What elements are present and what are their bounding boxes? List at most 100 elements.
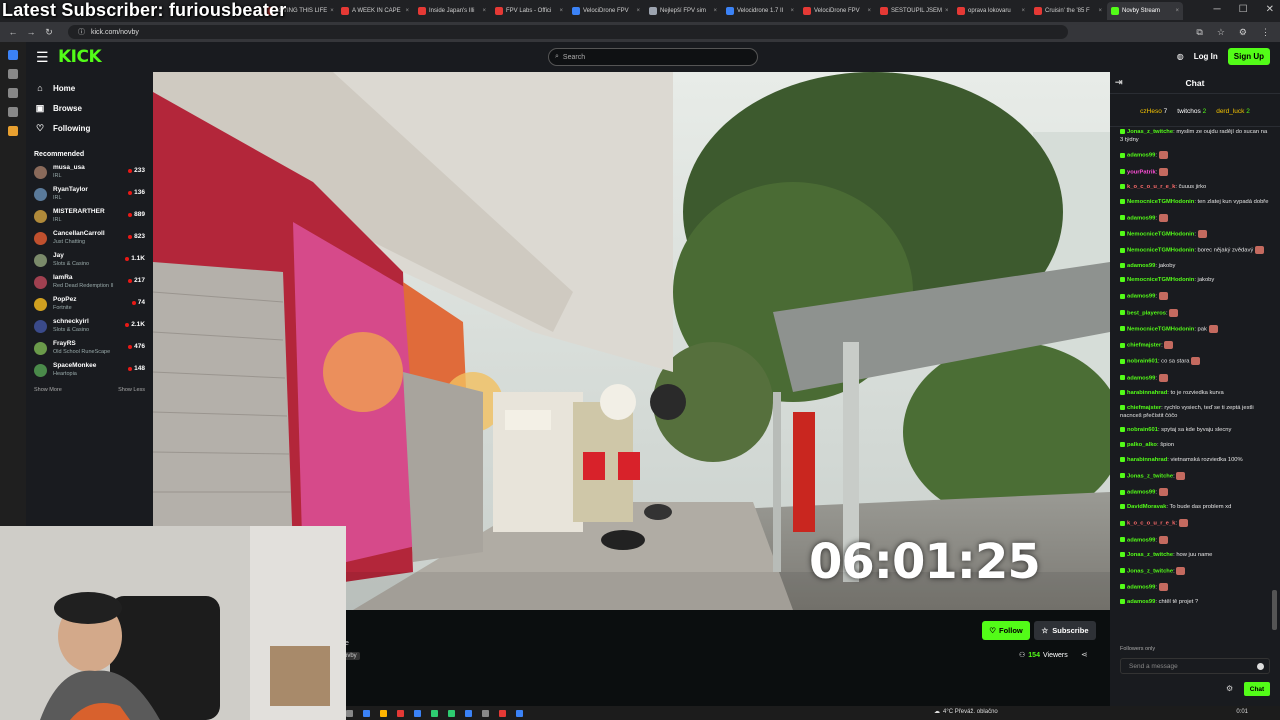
sidebar-app-icon[interactable]	[8, 50, 18, 60]
tab-close-icon[interactable]: ×	[482, 8, 486, 14]
url-field[interactable]: ⓘ kick.com/novby	[68, 25, 1068, 39]
tab-close-icon[interactable]: ×	[330, 8, 334, 14]
follow-button[interactable]: ♡ Follow	[982, 621, 1030, 640]
chat-username[interactable]: adamos99	[1127, 294, 1155, 300]
chat-username[interactable]: harabinnahrad	[1127, 457, 1167, 463]
tab-close-icon[interactable]: ×	[1021, 8, 1025, 14]
recommended-channel[interactable]: Jay Slots & Casino 1.1K	[26, 249, 153, 271]
taskbar-app-icon[interactable]	[414, 709, 421, 717]
tab-close-icon[interactable]: ×	[1175, 8, 1179, 14]
weather-widget[interactable]: ☁ 4°C Převáž. oblačno	[934, 708, 998, 716]
chat-username[interactable]: NemocniceTGMHodonin	[1127, 232, 1194, 238]
minimize-icon[interactable]: ─	[1214, 4, 1221, 15]
chat-username[interactable]: NemocniceTGMHodonin	[1127, 248, 1194, 254]
emoji-icon[interactable]	[1257, 662, 1264, 670]
tab-close-icon[interactable]: ×	[945, 8, 949, 14]
login-button[interactable]: Log In	[1194, 52, 1218, 61]
subscribe-button[interactable]: ☆ Subscribe	[1034, 621, 1096, 640]
leader-item[interactable]: derd_luck 2	[1216, 108, 1250, 115]
bookmark-star-icon[interactable]: ☆	[1217, 27, 1225, 38]
nav-home[interactable]: ⌂ Home	[26, 78, 153, 98]
show-more-button[interactable]: Show More	[34, 387, 62, 393]
browser-tab[interactable]: VelociDrone FPV ×	[799, 2, 875, 20]
sidebar-app-icon[interactable]	[8, 126, 18, 136]
chat-username[interactable]: harabinnahrad	[1127, 390, 1167, 396]
chat-username[interactable]: chiefmajster	[1127, 343, 1161, 349]
browser-tab[interactable]: oprava lokovaru ×	[953, 2, 1029, 20]
recommended-channel[interactable]: SpaceMonkee Heartopia 148	[26, 359, 153, 381]
translate-icon[interactable]: ⧉	[1196, 27, 1202, 38]
chat-username[interactable]: Jonas_z_twitche	[1127, 552, 1173, 558]
recommended-channel[interactable]: musa_usa IRL 233	[26, 161, 153, 183]
chat-username[interactable]: adamos99	[1127, 263, 1155, 269]
browser-tab[interactable]: VelociDrone FPV ×	[568, 2, 644, 20]
tab-close-icon[interactable]: ×	[867, 8, 871, 14]
kick-logo[interactable]: KICK	[58, 47, 102, 67]
browser-menu-icon[interactable]: ⋮	[1261, 27, 1270, 38]
tab-close-icon[interactable]: ×	[559, 8, 563, 14]
recommended-channel[interactable]: CancellanCarroll Just Chatting 823	[26, 227, 153, 249]
chat-username[interactable]: best_playeros	[1127, 310, 1166, 316]
chat-username[interactable]: yourPatrik	[1127, 169, 1156, 175]
chat-username[interactable]: adamos99	[1127, 537, 1155, 543]
chat-username[interactable]: adamos99	[1127, 215, 1155, 221]
chat-username[interactable]: adamos99	[1127, 584, 1155, 590]
recommended-channel[interactable]: RyanTaylor IRL 136	[26, 183, 153, 205]
taskbar-app-icon[interactable]	[465, 709, 472, 717]
chat-username[interactable]: chiefmajster	[1127, 405, 1161, 411]
chat-username[interactable]: nobrain601	[1127, 359, 1158, 365]
taskbar-app-icon[interactable]	[346, 709, 353, 717]
chat-username[interactable]: NemocniceTGMHodonin	[1127, 199, 1194, 205]
close-window-icon[interactable]: ✕	[1266, 4, 1274, 15]
browser-tab[interactable]: SESTOUPIL JSEM ×	[876, 2, 952, 20]
chat-username[interactable]: DavidMoravak	[1127, 504, 1166, 510]
menu-icon[interactable]: ☰	[36, 49, 52, 66]
chat-username[interactable]: palko_alko	[1127, 442, 1157, 448]
chat-username[interactable]: k_o_c_o_u_r_e_k	[1127, 184, 1175, 190]
chat-settings-icon[interactable]: ⚙	[1226, 684, 1233, 693]
sidebar-app-icon[interactable]	[8, 107, 18, 117]
tab-close-icon[interactable]: ×	[713, 8, 717, 14]
signup-button[interactable]: Sign Up	[1227, 48, 1270, 65]
tab-close-icon[interactable]: ×	[405, 8, 409, 14]
chat-username[interactable]: NemocniceTGMHodonin	[1127, 326, 1194, 332]
chat-send-button[interactable]: Chat	[1244, 682, 1270, 696]
browser-tab[interactable]: Cruisin' the '85 F ×	[1030, 2, 1106, 20]
taskbar-app-icon[interactable]	[499, 709, 506, 717]
extensions-icon[interactable]: ⚙	[1239, 27, 1247, 38]
sidebar-app-icon[interactable]	[8, 69, 18, 79]
browser-tab[interactable]: Nejlepší FPV sim ×	[645, 2, 721, 20]
recommended-channel[interactable]: FrayRS Old School RuneScape 476	[26, 337, 153, 359]
recommended-channel[interactable]: MISTERARTHER IRL 889	[26, 205, 153, 227]
leader-item[interactable]: czHeso 7	[1140, 108, 1167, 115]
taskbar-app-icon[interactable]	[431, 709, 438, 717]
chat-username[interactable]: NemocniceTGMHodonin	[1127, 277, 1194, 283]
show-less-button[interactable]: Show Less	[118, 387, 145, 393]
chat-username[interactable]: Jonas_z_twitche	[1127, 129, 1173, 135]
browser-tab[interactable]: FPV Labs - Offici ×	[491, 2, 567, 20]
recommended-channel[interactable]: IamRa Red Dead Redemption II 217	[26, 271, 153, 293]
chat-username[interactable]: Jonas_z_twitche	[1127, 568, 1173, 574]
search-input[interactable]: ⌕ Search	[548, 48, 758, 66]
browser-tab[interactable]: Inside Japan's Illi ×	[414, 2, 490, 20]
chat-username[interactable]: adamos99	[1127, 375, 1155, 381]
browser-tab[interactable]: Velocidrone 1.7 II ×	[722, 2, 798, 20]
share-icon[interactable]: ⋖	[1081, 650, 1088, 659]
taskbar-app-icon[interactable]	[397, 709, 404, 717]
browser-tab[interactable]: A WEEK IN CAPE ×	[337, 2, 413, 20]
collapse-chat-icon[interactable]: ⇥	[1115, 77, 1123, 88]
taskbar-app-icon[interactable]	[363, 709, 370, 717]
reload-icon[interactable]: ↻	[44, 27, 54, 38]
browser-tab[interactable]: Novby Stream ×	[1107, 2, 1183, 20]
forward-icon[interactable]: →	[26, 27, 36, 37]
leader-item[interactable]: twitchos 2	[1177, 108, 1206, 115]
chat-username[interactable]: nobrain601	[1127, 427, 1158, 433]
chat-username[interactable]: k_o_c_o_u_r_e_k	[1127, 521, 1175, 527]
tab-close-icon[interactable]: ×	[1098, 8, 1102, 14]
chat-username[interactable]: adamos99	[1127, 490, 1155, 496]
recommended-channel[interactable]: schneckyirl Slots & Casino 2.1K	[26, 315, 153, 337]
maximize-icon[interactable]: ☐	[1239, 4, 1248, 15]
chat-input[interactable]: Send a message	[1120, 658, 1270, 674]
taskbar-app-icon[interactable]	[482, 709, 489, 717]
chat-username[interactable]: Jonas_z_twitche	[1127, 473, 1173, 479]
